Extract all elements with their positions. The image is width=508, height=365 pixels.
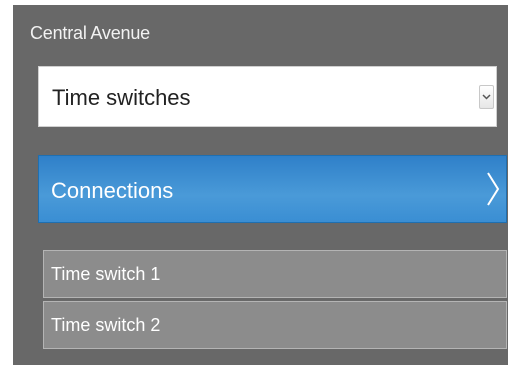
connections-label: Connections xyxy=(51,178,174,203)
panel-title: Central Avenue xyxy=(30,23,150,43)
list-item-time-switch-1[interactable]: Time switch 1 xyxy=(43,250,507,298)
category-select[interactable]: Time switches xyxy=(38,66,497,127)
time-switch-list: Time switch 1 Time switch 2 xyxy=(43,250,507,352)
panel: Central Avenue Time switches Connections… xyxy=(13,5,508,365)
list-item-time-switch-2[interactable]: Time switch 2 xyxy=(43,301,507,349)
chevron-down-icon[interactable] xyxy=(479,85,494,109)
category-select-value: Time switches xyxy=(52,85,191,110)
chevron-right-icon xyxy=(486,171,500,212)
connections-button[interactable]: Connections xyxy=(38,155,507,223)
